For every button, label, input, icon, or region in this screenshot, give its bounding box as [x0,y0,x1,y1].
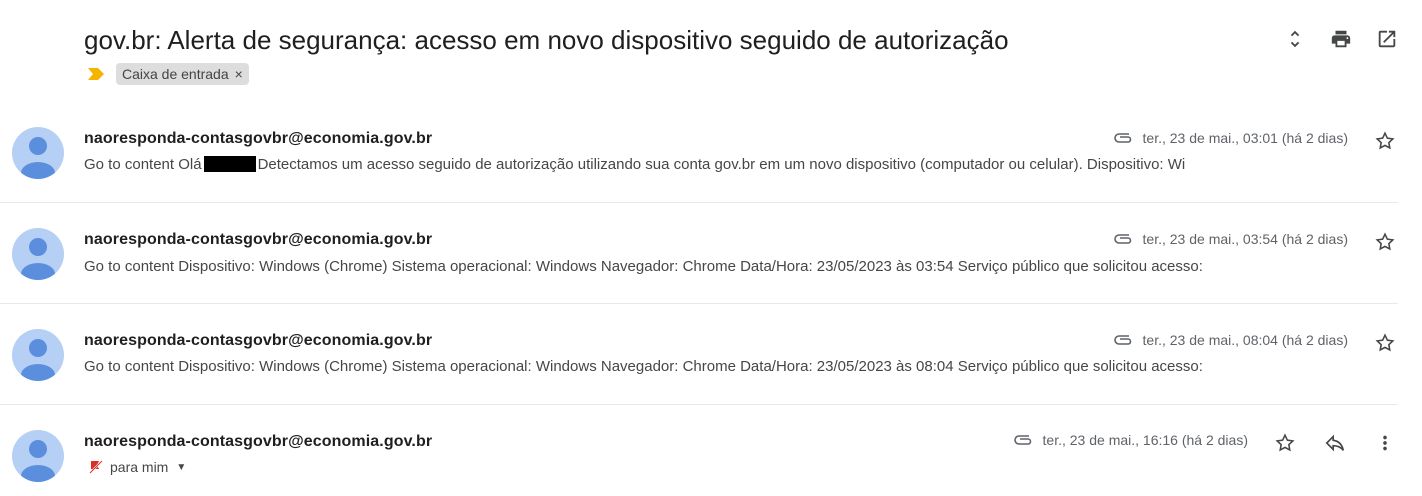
sender-email: naoresponda-contasgovbr@economia.gov.br [84,231,433,248]
expand-all-button[interactable] [1282,26,1308,52]
message-meta: ter., 23 de mai., 08:04 (há 2 dias) [1113,332,1348,348]
label-text: Caixa de entrada [122,66,229,82]
sender-email: naoresponda-contasgovbr@economia.gov.br [84,332,433,349]
redacted-name [203,156,256,172]
reply-icon [1325,434,1345,452]
avatar [12,228,64,280]
message-row[interactable]: naoresponda-contasgovbr@economia.gov.br … [0,304,1398,405]
more-vert-icon [1383,435,1387,451]
recipient-row: para mim ▼ [88,459,186,475]
attachment-icon [1113,132,1135,144]
message-snippet: Go to content Dispositivo: Windows (Chro… [84,358,1203,375]
reply-button[interactable] [1324,432,1348,456]
thread-toolbar [1282,26,1400,52]
sender-email: naoresponda-contasgovbr@economia.gov.br [84,433,433,450]
important-marker-icon[interactable] [86,67,106,81]
star-icon [1375,232,1395,251]
star-icon [1375,333,1395,352]
star-button[interactable] [1374,130,1398,154]
star-button[interactable] [1274,432,1298,456]
message-meta: ter., 23 de mai., 03:01 (há 2 dias) [1113,130,1348,146]
message-snippet: Go to content Dispositivo: Windows (Chro… [84,258,1203,275]
show-details-caret[interactable]: ▼ [176,462,186,473]
snippet-part: Detectamos um acesso seguido de autoriza… [257,156,1186,173]
attachment-icon [1113,334,1135,346]
message-date: ter., 23 de mai., 08:04 (há 2 dias) [1142,332,1348,348]
email-subject: gov.br: Alerta de segurança: acesso em n… [84,25,1009,55]
star-icon [1375,131,1395,150]
open-in-new-window-button[interactable] [1374,26,1400,52]
inbox-label-chip[interactable]: Caixa de entrada × [116,63,249,85]
more-options-button[interactable] [1374,432,1398,456]
message-row[interactable]: naoresponda-contasgovbr@economia.gov.br … [0,102,1398,203]
attachment-icon [1113,233,1135,245]
message-row[interactable]: naoresponda-contasgovbr@economia.gov.br … [0,203,1398,304]
message-expanded[interactable]: naoresponda-contasgovbr@economia.gov.br … [0,405,1398,496]
star-icon [1275,433,1295,452]
avatar [12,127,64,179]
message-date: ter., 23 de mai., 03:54 (há 2 dias) [1142,231,1348,247]
unfold-icon [1290,30,1300,48]
sender-email: naoresponda-contasgovbr@economia.gov.br [84,130,433,147]
avatar [12,430,64,482]
remove-label-button[interactable]: × [235,65,243,83]
message-date: ter., 23 de mai., 16:16 (há 2 dias) [1042,432,1248,448]
message-meta: ter., 23 de mai., 03:54 (há 2 dias) [1113,231,1348,247]
message-date: ter., 23 de mai., 03:01 (há 2 dias) [1142,130,1348,146]
message-snippet: Go to content Olá Detectamos um acesso se… [84,156,1185,173]
attachment-icon [1013,434,1035,446]
print-button[interactable] [1328,26,1354,52]
snippet-part: Go to content Olá [84,156,202,173]
message-meta: ter., 23 de mai., 16:16 (há 2 dias) [1013,432,1248,448]
star-button[interactable] [1374,332,1398,356]
open-in-new-icon [1378,30,1396,48]
label-off-icon [88,459,104,475]
print-icon [1331,30,1351,48]
recipient-text: para mim [110,459,169,475]
avatar [12,329,64,381]
label-row: Caixa de entrada × [86,63,249,85]
star-button[interactable] [1374,231,1398,255]
